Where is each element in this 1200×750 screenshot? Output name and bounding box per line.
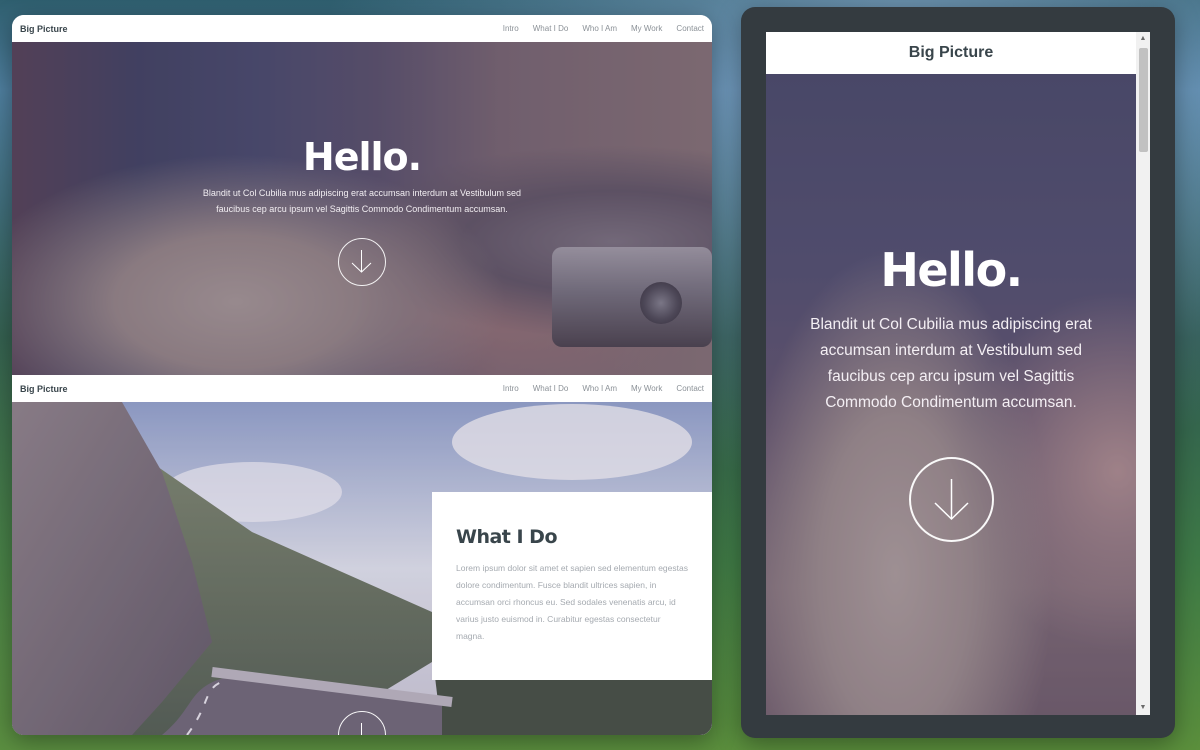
mobile-preview-frame: Hello. Blandit ut Col Cubilia mus adipis… [741,7,1175,738]
brand-logo[interactable]: Big Picture [20,24,68,34]
intro-heading: Hello. [302,135,422,179]
mobile-intro-content: Hello. Blandit ut Col Cubilia mus adipis… [766,242,1136,416]
nav-link-intro[interactable]: Intro [503,24,519,33]
nav-link-contact[interactable]: Contact [676,24,704,33]
what-i-do-panel: What I Do Lorem ipsum dolor sit amet et … [432,492,712,680]
what-i-do-heading: What I Do [456,526,558,548]
nav-links: Intro What I Do Who I Am My Work Contact [503,384,704,393]
nav-link-who-i-am[interactable]: Who I Am [582,24,617,33]
nav-link-contact[interactable]: Contact [676,384,704,393]
scrollbar-thumb[interactable] [1139,48,1148,152]
sticky-navbar: Big Picture Intro What I Do Who I Am My … [12,375,712,402]
nav-link-what-i-do[interactable]: What I Do [533,384,569,393]
nav-link-intro[interactable]: Intro [503,384,519,393]
top-navbar: Big Picture Intro What I Do Who I Am My … [12,15,712,42]
desktop-preview: Hello. Blandit ut Col Cubilia mus adipis… [12,15,712,735]
intro-section: Hello. Blandit ut Col Cubilia mus adipis… [12,42,712,375]
brand-logo[interactable]: Big Picture [20,384,68,394]
mobile-intro-text: Blandit ut Col Cubilia mus adipiscing er… [810,316,1092,411]
mobile-navbar: Big Picture [766,32,1136,74]
intro-text: Blandit ut Col Cubilia mus adipiscing er… [202,188,522,214]
arrow-down-circle-icon[interactable] [909,457,994,542]
nav-link-who-i-am[interactable]: Who I Am [582,384,617,393]
mobile-screen: Hello. Blandit ut Col Cubilia mus adipis… [766,32,1150,715]
scrollbar[interactable]: ▲ ▼ [1136,32,1150,715]
scroll-up-icon[interactable]: ▲ [1136,32,1150,46]
mobile-intro-heading: Hello. [880,243,1023,297]
what-i-do-text: Lorem ipsum dolor sit amet et sapien sed… [456,563,688,641]
nav-link-my-work[interactable]: My Work [631,24,662,33]
arrow-down-circle-icon[interactable] [338,711,386,735]
nav-links: Intro What I Do Who I Am My Work Contact [503,24,704,33]
scroll-down-icon[interactable]: ▼ [1136,701,1150,715]
arrow-down-circle-icon[interactable] [338,238,386,286]
mobile-intro-section: Hello. Blandit ut Col Cubilia mus adipis… [766,74,1136,715]
what-i-do-section: What I Do Lorem ipsum dolor sit amet et … [12,402,712,735]
nav-link-my-work[interactable]: My Work [631,384,662,393]
mobile-brand-logo[interactable]: Big Picture [909,44,993,62]
intro-content: Hello. Blandit ut Col Cubilia mus adipis… [12,135,712,217]
nav-link-what-i-do[interactable]: What I Do [533,24,569,33]
